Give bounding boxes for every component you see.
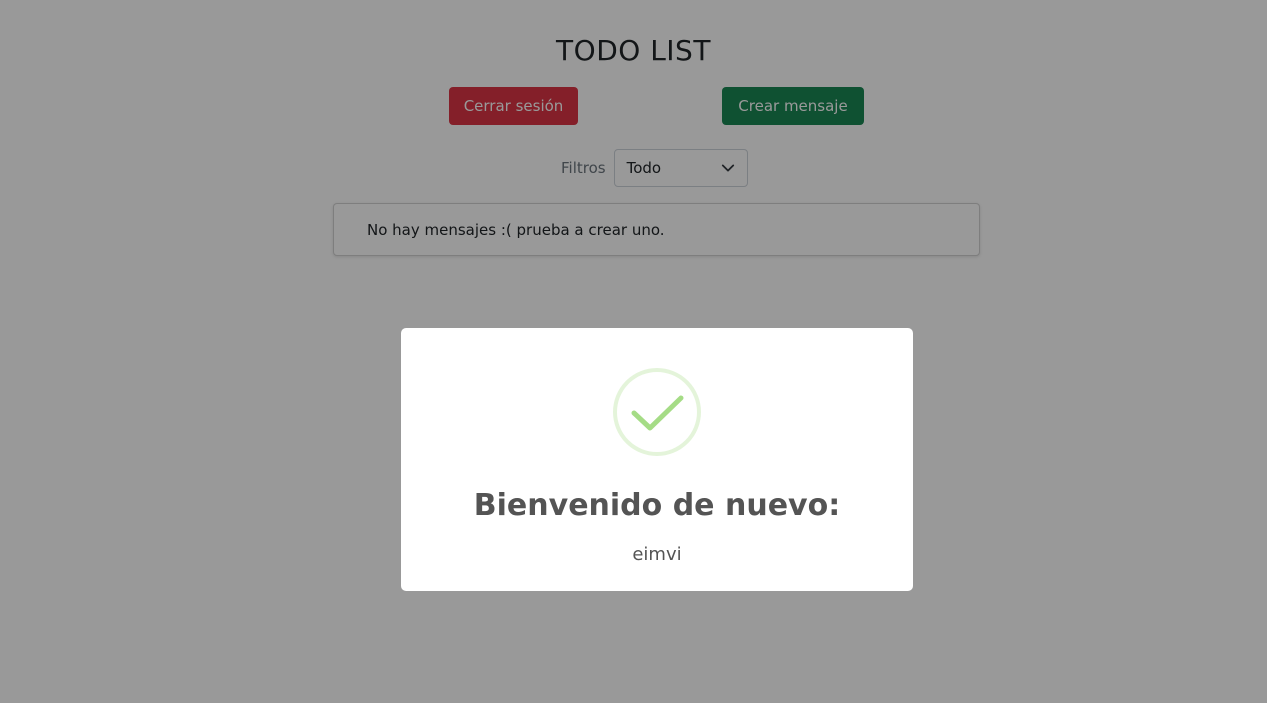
check-circle-icon — [613, 368, 701, 456]
todo-page: TODO LIST Cerrar sesión Crear mensaje Fi… — [0, 0, 1267, 703]
modal-username: eimvi — [632, 544, 682, 565]
modal-title: Bienvenido de nuevo: — [473, 488, 841, 523]
welcome-modal: Bienvenido de nuevo: eimvi — [401, 328, 913, 591]
